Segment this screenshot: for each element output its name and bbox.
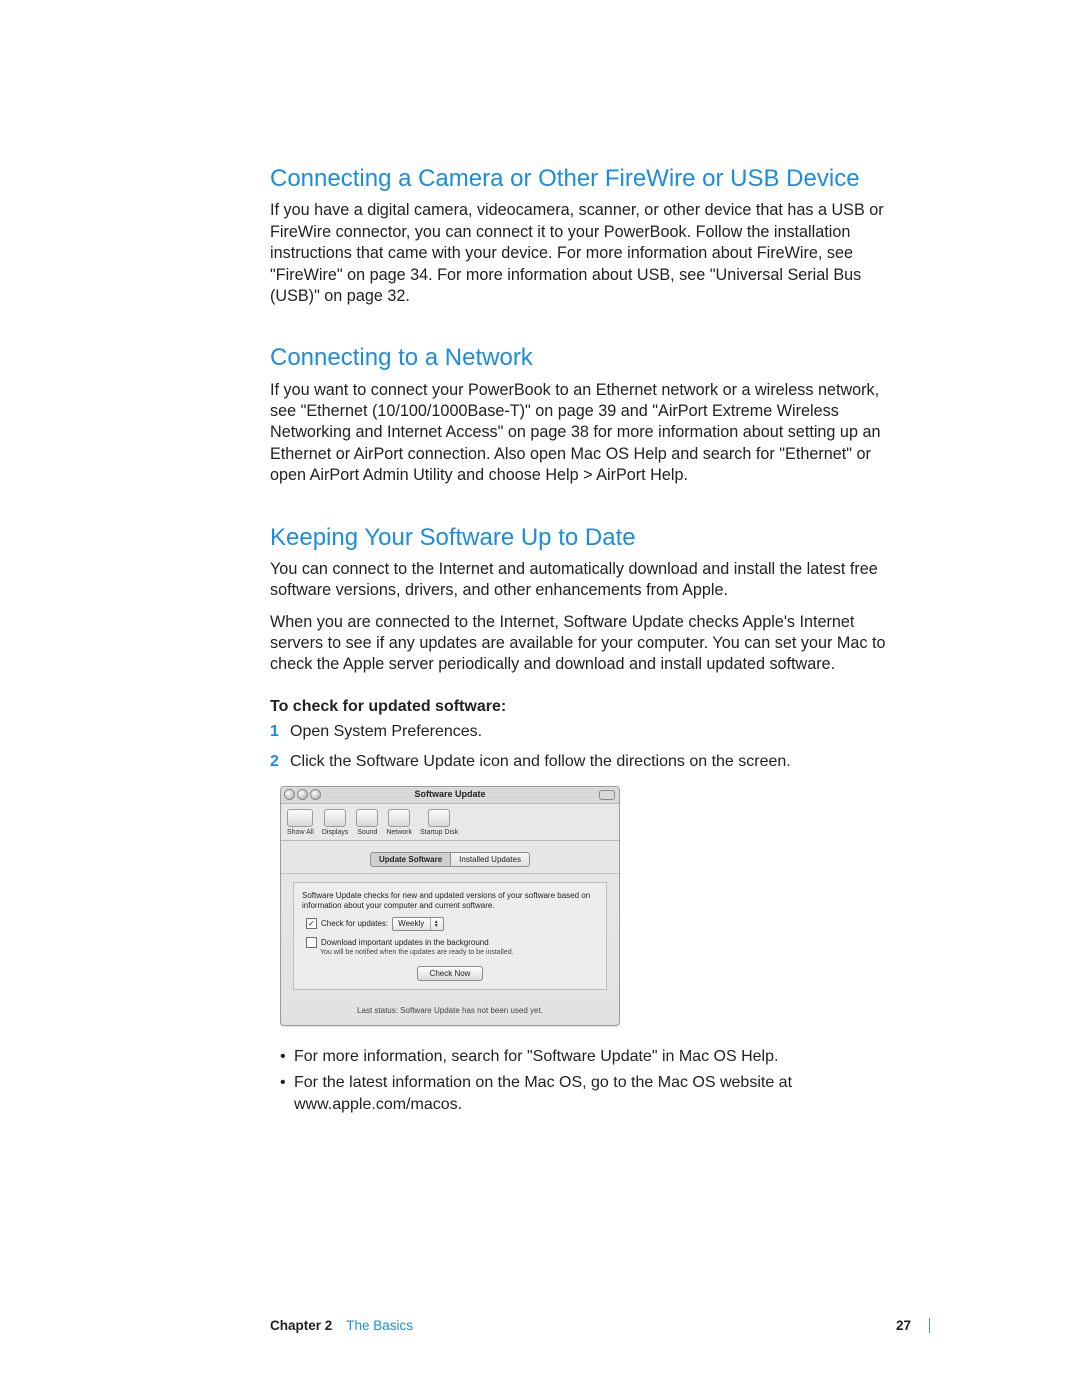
download-bg-row: Download important updates in the backgr… — [306, 937, 598, 948]
status-text: Last status: Software Update has not bee… — [281, 1002, 619, 1025]
footer-chapter: Chapter 2 — [270, 1318, 332, 1333]
check-updates-label: Check for updates: — [321, 919, 388, 928]
step-1: Open System Preferences. — [270, 720, 905, 744]
heading-connecting-network: Connecting to a Network — [270, 345, 905, 371]
footer-chapter-title: The Basics — [346, 1318, 413, 1333]
bullets-list: For more information, search for "Softwa… — [280, 1046, 905, 1116]
manual-page: Connecting a Camera or Other FireWire or… — [0, 0, 1080, 1397]
tabs-pane: Update Software Installed Updates — [281, 841, 619, 874]
chevron-updown-icon: ▲▼ — [430, 918, 441, 930]
tab-update-software: Update Software — [370, 852, 451, 867]
toolbar-label-showall: Show All — [287, 829, 314, 836]
footer-page-number: 27 — [896, 1318, 911, 1333]
toolbar-show-all: Show All — [287, 809, 314, 836]
toolbar-displays: Displays — [322, 809, 348, 836]
body-connecting-network: If you want to connect your PowerBook to… — [270, 380, 905, 487]
toolbar-label-startup: Startup Disk — [420, 829, 458, 836]
check-updates-interval: Weekly ▲▼ — [392, 917, 444, 931]
body-softupd-2: When you are connected to the Internet, … — [270, 612, 905, 676]
toolbar-startup-disk: Startup Disk — [420, 809, 458, 836]
subhead-check-software: To check for updated software: — [270, 698, 905, 716]
toolbar-label-displays: Displays — [322, 829, 348, 836]
toolbar-toggle-icon — [599, 790, 615, 800]
screenshot-software-update: Software Update Show All Displays Sound … — [280, 786, 620, 1026]
prefs-toolbar: Show All Displays Sound Network Startup … — [281, 804, 619, 841]
sound-icon — [356, 809, 378, 827]
steps-list: Open System Preferences. Click the Softw… — [270, 720, 905, 774]
check-now-button: Check Now — [417, 966, 484, 981]
download-bg-checkbox — [306, 937, 317, 948]
network-icon — [388, 809, 410, 827]
displays-icon — [324, 809, 346, 827]
close-icon — [284, 789, 295, 800]
heading-connecting-camera: Connecting a Camera or Other FireWire or… — [270, 166, 905, 192]
toolbar-label-network: Network — [386, 829, 412, 836]
panel-inner: Software Update checks for new and updat… — [293, 882, 607, 990]
tab-installed-updates: Installed Updates — [451, 852, 530, 867]
body-softupd-1: You can connect to the Internet and auto… — [270, 559, 905, 602]
check-for-updates-row: ✓ Check for updates: Weekly ▲▼ — [306, 917, 598, 931]
download-bg-subnote: You will be notified when the updates ar… — [320, 949, 598, 956]
bullet-1: For more information, search for "Softwa… — [280, 1046, 905, 1068]
tabs: Update Software Installed Updates — [370, 852, 530, 867]
step-2: Click the Software Update icon and follo… — [270, 750, 905, 774]
page-footer: Chapter 2 The Basics 27 — [270, 1318, 930, 1333]
check-updates-interval-value: Weekly — [398, 919, 424, 928]
startup-disk-icon — [428, 809, 450, 827]
check-updates-checkbox: ✓ — [306, 918, 317, 929]
window-title: Software Update — [414, 789, 485, 799]
window-titlebar: Software Update — [281, 787, 619, 804]
toolbar-network: Network — [386, 809, 412, 836]
zoom-icon — [310, 789, 321, 800]
toolbar-label-sound: Sound — [357, 829, 377, 836]
panel-description: Software Update checks for new and updat… — [302, 891, 598, 911]
heading-keeping-software: Keeping Your Software Up to Date — [270, 525, 905, 551]
toolbar-sound: Sound — [356, 809, 378, 836]
window-traffic-lights — [284, 789, 321, 800]
minimize-icon — [297, 789, 308, 800]
download-bg-label: Download important updates in the backgr… — [321, 938, 489, 947]
bullet-2: For the latest information on the Mac OS… — [280, 1072, 905, 1115]
body-connecting-camera: If you have a digital camera, videocamer… — [270, 200, 905, 307]
grid-icon — [287, 809, 313, 827]
